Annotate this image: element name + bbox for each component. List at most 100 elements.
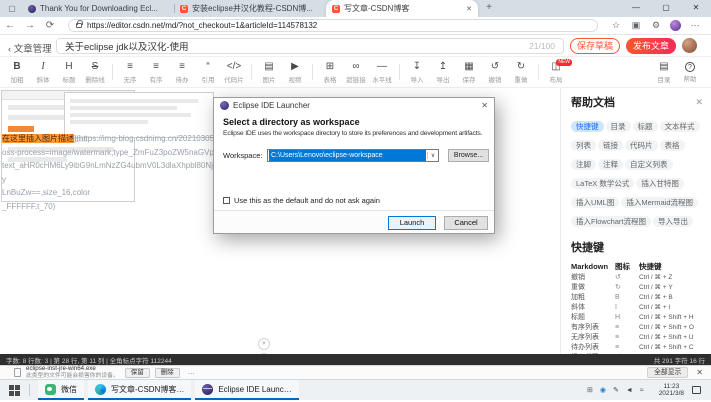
download-more-icon[interactable]: … [188, 369, 195, 376]
help-tag[interactable]: 插入UML图 [571, 197, 619, 208]
toolbar-帮助-button[interactable]: ?帮助 [677, 59, 703, 85]
browser-profile-avatar[interactable] [670, 20, 681, 31]
highlighted-alt-text: 在这里插入图片描述 [2, 134, 74, 143]
back-to-articles-link[interactable]: ‹ 文章管理 [8, 41, 52, 55]
minimize-icon[interactable]: — [621, 0, 651, 16]
workspace-path-value[interactable]: C:\Users\Lenovo\eclipse-workspace [269, 150, 426, 161]
grid-icon[interactable]: ⊞ [587, 386, 593, 394]
action-center-icon[interactable] [692, 386, 701, 394]
app-circle-icon[interactable]: ◉ [600, 386, 606, 394]
toolbar-导出-button[interactable]: ↥导出 [430, 59, 456, 85]
pen-icon[interactable]: ✎ [613, 386, 619, 394]
cancel-button[interactable]: Cancel [444, 216, 488, 230]
user-avatar[interactable] [682, 38, 697, 53]
back-icon[interactable]: ← [0, 20, 20, 31]
toolbar-布局-button[interactable]: ◫布局NEW [543, 59, 569, 85]
workspace-combobox[interactable]: C:\Users\Lenovo\eclipse-workspace ∨ [267, 149, 439, 162]
help-tag[interactable]: 快捷键 [571, 121, 604, 132]
taskbar-app-eclipse[interactable]: Eclipse IDE Launc… [195, 380, 298, 400]
shelf-close-icon[interactable]: ✕ [696, 368, 703, 377]
chevron-down-icon[interactable]: ∨ [427, 152, 438, 159]
volume-icon[interactable]: ◄ [626, 387, 633, 394]
favorites-icon[interactable]: ☆ [606, 20, 626, 31]
toolbar-图片-button[interactable]: ▤图片 [256, 59, 282, 85]
download-item[interactable]: eclipse-inst-jre-win64.exe 此类型的文件可能会损害你的… [26, 366, 119, 379]
tab-actions-icon[interactable]: ▢ [5, 2, 19, 15]
help-tag[interactable]: 代码片 [625, 140, 658, 151]
taskbar-app-wechat[interactable]: 微信 [38, 380, 84, 400]
browser-tab[interactable]: 安装eclipse并汉化教程-CSDN博... [174, 0, 326, 17]
forward-icon[interactable]: → [20, 20, 40, 31]
refresh-icon[interactable]: ⟳ [40, 20, 60, 31]
toolbar-撤销-button[interactable]: ↺撤销 [482, 59, 508, 85]
start-button[interactable] [9, 385, 20, 396]
toolbar-表格-button[interactable]: ⊞表格 [317, 59, 343, 85]
shortcut-keys: Ctrl / ⌘ + Y [639, 283, 703, 291]
keep-button[interactable]: 保留 [125, 368, 150, 378]
toolbar-导入-button[interactable]: ↧导入 [404, 59, 430, 85]
save-draft-button[interactable]: 保存草稿 [570, 38, 620, 54]
article-title-input[interactable]: 关于eclipse jdk以及汉化-使用 21/100 [56, 38, 564, 54]
toolbar-待办-button[interactable]: ≡待办 [169, 59, 195, 85]
dialog-body-text: Eclipse IDE uses the workspace directory… [223, 130, 489, 137]
help-tag[interactable]: 导入导出 [653, 216, 693, 227]
browse-button[interactable]: Browse... [448, 149, 489, 162]
maximize-icon[interactable]: ▢ [651, 0, 681, 16]
help-tag[interactable]: 目录 [606, 121, 631, 132]
article-title-value[interactable]: 关于eclipse jdk以及汉化-使用 [65, 39, 529, 53]
taskbar-clock[interactable]: 11:23 2021/3/8 [659, 383, 684, 397]
network-icon[interactable]: ≈ [640, 387, 644, 394]
help-tag[interactable]: 文本样式 [660, 121, 700, 132]
col-shortcut: 快捷键 [639, 261, 703, 272]
dialog-titlebar[interactable]: Eclipse IDE Launcher ✕ [214, 98, 494, 112]
toolbar-代码片-button[interactable]: </>代码片 [221, 59, 247, 85]
publish-button[interactable]: 发布文章 [626, 38, 676, 54]
help-tag[interactable]: 注脚 [571, 159, 596, 170]
help-tag[interactable]: 链接 [598, 140, 623, 151]
help-tag[interactable]: 标题 [633, 121, 658, 132]
help-tag[interactable]: LaTeX 数学公式 [571, 178, 634, 189]
toolbar-重做-button[interactable]: ↻重做 [508, 59, 534, 85]
settings-icon[interactable]: ⚙ [646, 20, 666, 31]
browser-tab[interactable]: 写文章-CSDN博客✕ [326, 0, 478, 17]
help-close-icon[interactable]: ✕ [695, 97, 703, 108]
toolbar-超链接-button[interactable]: ∞超链接 [343, 59, 369, 85]
toolbar-有序-button[interactable]: ≡有序 [143, 59, 169, 85]
toolbar-标题-button[interactable]: H标题 [56, 59, 82, 85]
help-tag[interactable]: 表格 [660, 140, 685, 151]
help-tag[interactable]: 列表 [571, 140, 596, 151]
shortcut-name: 撤销 [571, 272, 615, 282]
help-tag[interactable]: 注释 [598, 159, 623, 170]
toolbar-删除线-button[interactable]: S删除线 [82, 59, 108, 85]
引用-icon: “ [206, 61, 209, 73]
discard-button[interactable]: 删除 [155, 368, 180, 378]
toolbar-视频-button[interactable]: ▶视频 [282, 59, 308, 85]
tab-close-icon[interactable]: ✕ [466, 5, 472, 13]
toolbar-目录-button[interactable]: ▤目录 [651, 59, 677, 85]
more-icon[interactable]: ⋯ [685, 20, 705, 31]
new-tab-button[interactable]: + [482, 1, 496, 15]
shortcut-icon: I [615, 304, 639, 311]
help-tag[interactable]: 自定义列表 [625, 159, 673, 170]
show-all-downloads-button[interactable]: 全部显示 [647, 367, 688, 378]
browser-tab[interactable]: Thank You for Downloading Ecl... [22, 0, 174, 17]
help-tag[interactable]: 插入甘特图 [636, 178, 684, 189]
toolbar-无序-button[interactable]: ≡无序 [117, 59, 143, 85]
toolbar-保存-button[interactable]: ▦保存 [456, 59, 482, 85]
address-bar[interactable]: https://editor.csdn.net/md/?not_checkout… [68, 19, 598, 32]
dialog-close-icon[interactable]: ✕ [481, 101, 488, 110]
toolbar-引用-button[interactable]: “引用 [195, 59, 221, 85]
checkbox[interactable] [223, 197, 230, 204]
toolbar-水平线-button[interactable]: —水平线 [369, 59, 395, 85]
toolbar-斜体-button[interactable]: I斜体 [30, 59, 56, 85]
taskbar-app-edge[interactable]: 写文章-CSDN博客… [88, 380, 191, 400]
help-tag[interactable]: 插入Flowchart流程图 [571, 216, 651, 227]
collections-icon[interactable]: ▣ [626, 20, 646, 31]
url-text[interactable]: https://editor.csdn.net/md/?not_checkout… [87, 21, 317, 30]
launch-button[interactable]: Launch [388, 216, 436, 230]
skin-icon[interactable]: ☀ [258, 338, 270, 350]
dialog-title: Eclipse IDE Launcher [233, 101, 481, 110]
close-icon[interactable]: ✕ [681, 0, 711, 16]
help-tag[interactable]: 插入Mermaid流程图 [621, 197, 698, 208]
toolbar-加粗-button[interactable]: B加粗 [4, 59, 30, 85]
